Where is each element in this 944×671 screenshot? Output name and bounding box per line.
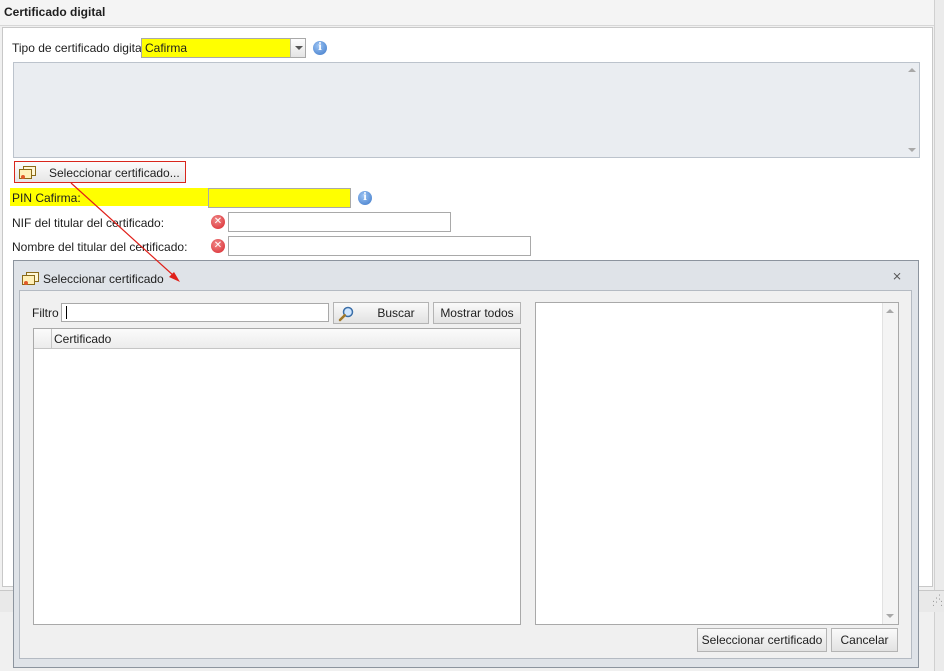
show-all-button[interactable]: Mostrar todos xyxy=(433,302,521,324)
search-button[interactable]: Buscar xyxy=(333,302,429,324)
filter-input[interactable] xyxy=(61,303,329,322)
text-caret xyxy=(66,306,67,319)
error-icon: ✕ xyxy=(211,239,225,253)
close-icon[interactable]: ⨯ xyxy=(891,270,903,282)
grid-row-header-corner xyxy=(34,329,52,349)
select-certificate-button[interactable]: Seleccionar certificado... xyxy=(14,161,186,183)
cert-type-select[interactable]: Cafirma xyxy=(141,38,306,58)
cert-type-value: Cafirma xyxy=(145,41,188,55)
window-title: Certificado digital xyxy=(4,5,106,19)
pin-input[interactable] xyxy=(208,188,351,208)
filter-label: Filtro xyxy=(32,306,59,320)
vertical-scrollbar[interactable] xyxy=(882,303,898,624)
certificate-icon xyxy=(19,165,36,179)
window-right-edge xyxy=(934,0,944,671)
nif-input[interactable] xyxy=(228,212,451,232)
info-icon[interactable]: i xyxy=(313,41,327,55)
info-icon[interactable]: i xyxy=(358,191,372,205)
show-all-button-label: Mostrar todos xyxy=(440,306,514,320)
scroll-down-icon[interactable] xyxy=(886,614,894,618)
pin-label: PIN Cafirma: xyxy=(12,191,81,205)
dialog-title: Seleccionar certificado xyxy=(43,272,164,286)
scroll-down-icon[interactable] xyxy=(908,148,916,152)
nif-label: NIF del titular del certificado: xyxy=(12,216,165,230)
error-icon: ✕ xyxy=(211,215,225,229)
grid-header: Certificado xyxy=(34,329,520,349)
name-input[interactable] xyxy=(228,236,531,256)
scroll-up-icon[interactable] xyxy=(886,309,894,313)
dialog-select-certificate-label: Seleccionar certificado xyxy=(701,633,823,647)
name-label: Nombre del titular del certificado: xyxy=(12,240,188,254)
resize-grip-icon[interactable]: ⋰⋰⋰⋰ xyxy=(932,594,944,608)
chevron-down-icon[interactable] xyxy=(290,39,305,57)
cancel-button-label: Cancelar xyxy=(840,633,889,647)
certificate-icon xyxy=(22,271,39,285)
grid-column-certificado[interactable]: Certificado xyxy=(54,332,111,346)
window-header xyxy=(0,0,936,26)
certificate-details-pane xyxy=(535,302,899,625)
select-certificate-label: Seleccionar certificado... xyxy=(49,166,180,180)
scroll-up-icon[interactable] xyxy=(908,68,916,72)
certificate-info-area xyxy=(13,62,920,158)
magnifier-icon xyxy=(338,306,354,322)
cert-type-label: Tipo de certificado digital: xyxy=(12,41,148,55)
dialog-select-certificate-button[interactable]: Seleccionar certificado xyxy=(697,628,827,652)
search-button-label: Buscar xyxy=(377,306,415,320)
cancel-button[interactable]: Cancelar xyxy=(831,628,898,652)
certificates-grid[interactable]: Certificado xyxy=(33,328,521,625)
